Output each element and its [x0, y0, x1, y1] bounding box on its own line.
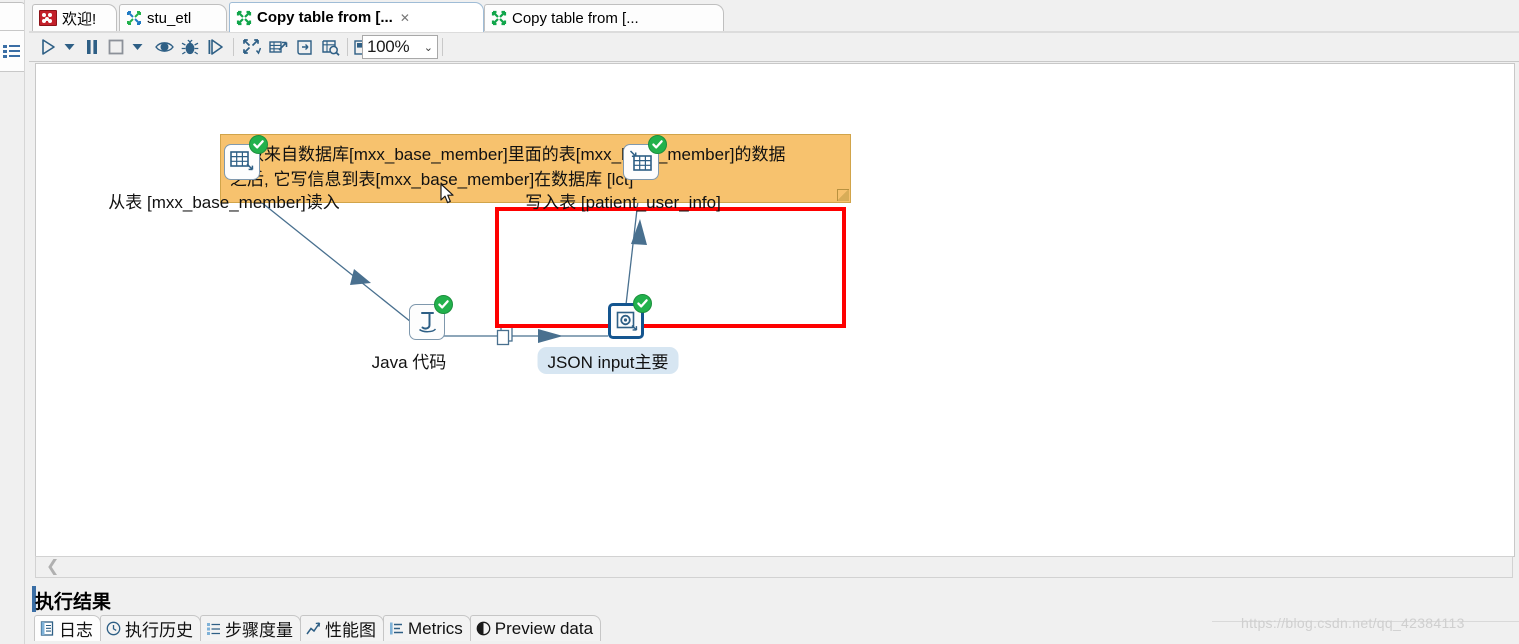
copy-rows-icon[interactable]	[496, 326, 518, 351]
spoon-window: 欢迎! stu_etl Copy table from [... ✕ Copy …	[0, 0, 1519, 644]
transformation-toolbar: 100% ⌄	[29, 33, 1519, 62]
close-icon[interactable]: ✕	[400, 12, 410, 24]
tab-label: 日志	[59, 621, 93, 640]
debug-button[interactable]	[179, 36, 201, 58]
welcome-icon	[39, 10, 57, 26]
tab-label: Preview data	[494, 618, 594, 638]
transformation-icon-green	[236, 10, 252, 26]
tab-label: Copy table from [...	[512, 9, 639, 27]
collapse-arrows-icon[interactable]	[241, 36, 263, 58]
chevron-down-icon: ⌄	[423, 41, 433, 54]
note-resize-handle[interactable]	[837, 189, 849, 201]
tab-stu-etl[interactable]: stu_etl	[119, 4, 227, 31]
tab-step-metrics[interactable]: 步骤度量	[200, 615, 301, 641]
toolbar-separator	[233, 38, 234, 56]
tab-log[interactable]: 日志	[34, 615, 101, 641]
watermark-text: https://blog.csdn.net/qq_42384113	[1241, 615, 1465, 631]
tab-performance-graph[interactable]: 性能图	[300, 615, 384, 641]
status-ok-icon	[633, 294, 652, 313]
left-panel-tab[interactable]	[0, 2, 26, 31]
history-clock-icon	[106, 621, 121, 636]
metrics-icon	[389, 621, 404, 636]
magnifier-grid-icon[interactable]	[319, 36, 341, 58]
status-ok-icon	[648, 135, 667, 154]
stop-options-dropdown[interactable]	[129, 36, 145, 58]
run-options-dropdown[interactable]	[61, 36, 77, 58]
replay-button[interactable]	[205, 36, 227, 58]
step-label[interactable]: Java 代码	[372, 348, 447, 373]
tab-label: Metrics	[408, 618, 463, 638]
performance-graph-icon	[306, 621, 321, 636]
tab-label: 性能图	[325, 621, 376, 640]
tab-preview-data[interactable]: Preview data	[469, 615, 602, 641]
status-ok-icon	[434, 295, 453, 314]
status-ok-icon	[249, 135, 268, 154]
transformation-icon-blue	[126, 10, 142, 26]
tab-label: stu_etl	[147, 9, 192, 27]
note-line-1: 读取来自数据库[mxx_base_member]里面的表[mxx_base_me…	[230, 145, 786, 164]
tab-label: 步骤度量	[225, 621, 293, 640]
step-metrics-icon	[206, 621, 221, 636]
canvas-horizontal-scrollbar[interactable]: ❮	[35, 556, 1513, 578]
preview-data-icon	[476, 621, 491, 636]
scroll-icon[interactable]	[293, 36, 315, 58]
outline-list-icon[interactable]	[3, 44, 21, 58]
log-icon	[40, 621, 55, 636]
tab-metrics[interactable]: Metrics	[383, 615, 471, 641]
tab-label: 欢迎!	[62, 10, 97, 28]
step-label[interactable]: 从表 [mxx_base_member]读入	[108, 188, 339, 213]
chevron-left-icon[interactable]: ❮	[46, 559, 59, 575]
transformation-icon-green	[491, 10, 507, 26]
zoom-level-combo[interactable]: 100% ⌄	[362, 35, 438, 59]
results-tab-bar: 日志 执行历史 步骤度量 性能图 Metrics Preview data	[34, 615, 602, 644]
red-annotation-rectangle	[495, 207, 846, 328]
editor-area: 欢迎! stu_etl Copy table from [... ✕ Copy …	[29, 0, 1519, 644]
toolbar-separator	[442, 38, 443, 56]
tab-label: 执行历史	[125, 621, 193, 640]
panel-title: 执行结果	[35, 592, 112, 613]
tab-copy-table-second[interactable]: Copy table from [...	[484, 4, 724, 31]
pause-button[interactable]	[82, 36, 102, 58]
tab-copy-table-active[interactable]: Copy table from [... ✕	[229, 2, 484, 32]
preview-button[interactable]	[153, 36, 175, 58]
grid-arrow-icon[interactable]	[267, 36, 289, 58]
step-label[interactable]: 写入表 [patient_user_info]	[525, 188, 721, 213]
zoom-value: 100%	[367, 37, 410, 56]
tab-execution-history[interactable]: 执行历史	[100, 615, 201, 641]
editor-tab-bar: 欢迎! stu_etl Copy table from [... ✕ Copy …	[29, 0, 1519, 33]
toolbar-separator	[347, 38, 348, 56]
tab-label: Copy table from [...	[257, 9, 393, 26]
tab-welcome[interactable]: 欢迎!	[32, 4, 117, 31]
panel-divider[interactable]	[24, 0, 28, 644]
step-label[interactable]: JSON input主要	[537, 347, 679, 374]
stop-button[interactable]	[105, 36, 127, 58]
transformation-canvas[interactable]: 读取来自数据库[mxx_base_member]里面的表[mxx_base_me…	[35, 63, 1515, 557]
run-button[interactable]	[37, 36, 59, 58]
mouse-cursor	[440, 183, 456, 207]
